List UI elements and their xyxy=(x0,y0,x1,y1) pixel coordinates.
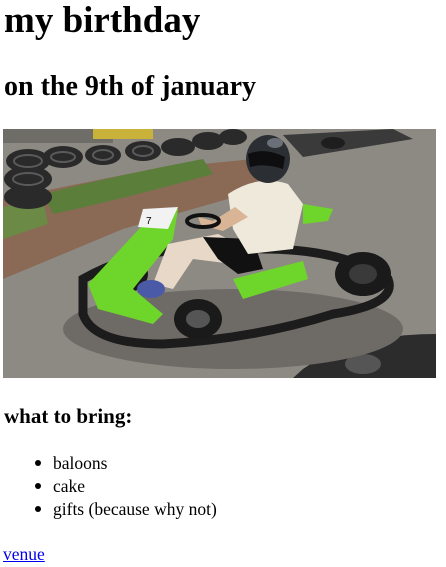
bring-heading: what to bring: xyxy=(4,404,133,428)
bring-item-baloons: baloons xyxy=(35,452,217,475)
page-subtitle: on the 9th of january xyxy=(4,71,257,102)
venue-link[interactable]: venue xyxy=(3,543,45,565)
bring-item-cake: cake xyxy=(35,475,217,498)
bring-item-gifts: gifts (because why not) xyxy=(35,499,217,519)
go-kart-photo: 7 xyxy=(3,129,436,378)
svg-text:7: 7 xyxy=(146,216,152,227)
bring-list: baloons cake gifts (because why not) xyxy=(0,452,217,521)
page-title: my birthday xyxy=(4,0,201,41)
